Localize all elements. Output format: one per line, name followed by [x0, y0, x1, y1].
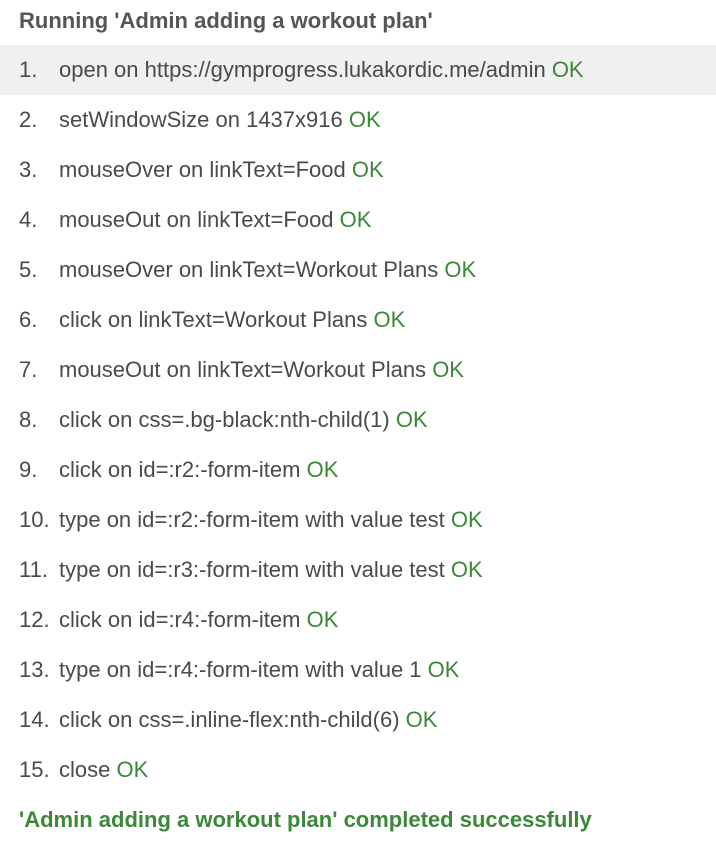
step-row[interactable]: 13. type on id=:r4:-form-item with value… [0, 645, 716, 695]
step-row[interactable]: 5. mouseOver on linkText=Workout Plans O… [0, 245, 716, 295]
run-title: Running 'Admin adding a workout plan' [19, 8, 433, 33]
step-number: 8. [19, 407, 38, 432]
step-row[interactable]: 7. mouseOut on linkText=Workout Plans OK [0, 345, 716, 395]
step-number: 1. [19, 57, 38, 82]
step-list: 1. open on https://gymprogress.lukakordi… [0, 45, 716, 795]
step-command: type on id=:r2:-form-item with value tes… [59, 507, 483, 532]
status-ok: OK [444, 257, 477, 282]
step-command: mouseOver on linkText=Food OK [59, 157, 384, 182]
step-number: 9. [19, 457, 38, 482]
step-command: setWindowSize on 1437x916 OK [59, 107, 381, 132]
step-number: 2. [19, 107, 38, 132]
status-ok: OK [348, 107, 381, 132]
status-ok: OK [373, 307, 406, 332]
step-number: 10. [19, 507, 50, 532]
step-command: mouseOver on linkText=Workout Plans OK [59, 257, 477, 282]
completion-message: 'Admin adding a workout plan' completed … [19, 807, 592, 832]
step-command: mouseOut on linkText=Workout Plans OK [59, 357, 464, 382]
step-number: 4. [19, 207, 38, 232]
step-row[interactable]: 8. click on css=.bg-black:nth-child(1) O… [0, 395, 716, 445]
status-ok: OK [450, 557, 483, 582]
test-run-log: Running 'Admin adding a workout plan' 1.… [0, 0, 716, 844]
step-row[interactable]: 11. type on id=:r3:-form-item with value… [0, 545, 716, 595]
step-row[interactable]: 6. click on linkText=Workout Plans OK [0, 295, 716, 345]
step-number: 5. [19, 257, 38, 282]
status-ok: OK [351, 157, 384, 182]
step-row[interactable]: 10. type on id=:r2:-form-item with value… [0, 495, 716, 545]
step-command: click on linkText=Workout Plans OK [59, 307, 406, 332]
step-number: 12. [19, 607, 50, 632]
step-row[interactable]: 3. mouseOver on linkText=Food OK [0, 145, 716, 195]
step-row[interactable]: 4. mouseOut on linkText=Food OK [0, 195, 716, 245]
status-ok: OK [551, 57, 584, 82]
status-ok: OK [116, 757, 149, 782]
step-row[interactable]: 1. open on https://gymprogress.lukakordi… [0, 45, 716, 95]
step-command: click on css=.bg-black:nth-child(1) OK [59, 407, 428, 432]
step-command: close OK [59, 757, 149, 782]
status-ok: OK [339, 207, 372, 232]
step-row[interactable]: 14. click on css=.inline-flex:nth-child(… [0, 695, 716, 745]
step-number: 13. [19, 657, 50, 682]
step-number: 7. [19, 357, 38, 382]
step-command: type on id=:r4:-form-item with value 1 O… [59, 657, 460, 682]
step-row[interactable]: 12. click on id=:r4:-form-item OK [0, 595, 716, 645]
step-command: type on id=:r3:-form-item with value tes… [59, 557, 483, 582]
status-ok: OK [450, 507, 483, 532]
step-number: 6. [19, 307, 38, 332]
status-ok: OK [405, 707, 438, 732]
step-command: click on id=:r2:-form-item OK [59, 457, 339, 482]
step-command: click on css=.inline-flex:nth-child(6) O… [59, 707, 438, 732]
status-ok: OK [306, 457, 339, 482]
step-number: 14. [19, 707, 50, 732]
step-row[interactable]: 2. setWindowSize on 1437x916 OK [0, 95, 716, 145]
status-ok: OK [432, 357, 464, 382]
status-ok: OK [306, 607, 339, 632]
step-row[interactable]: 15. close OK [0, 745, 716, 795]
step-command: mouseOut on linkText=Food OK [59, 207, 372, 232]
step-command: click on id=:r4:-form-item OK [59, 607, 339, 632]
status-ok: OK [395, 407, 428, 432]
status-ok: OK [427, 657, 460, 682]
step-number: 11. [19, 557, 48, 582]
step-command: open on https://gymprogress.lukakordic.m… [59, 57, 584, 82]
step-row[interactable]: 9. click on id=:r2:-form-item OK [0, 445, 716, 495]
step-number: 3. [19, 157, 38, 182]
step-number: 15. [19, 757, 50, 782]
